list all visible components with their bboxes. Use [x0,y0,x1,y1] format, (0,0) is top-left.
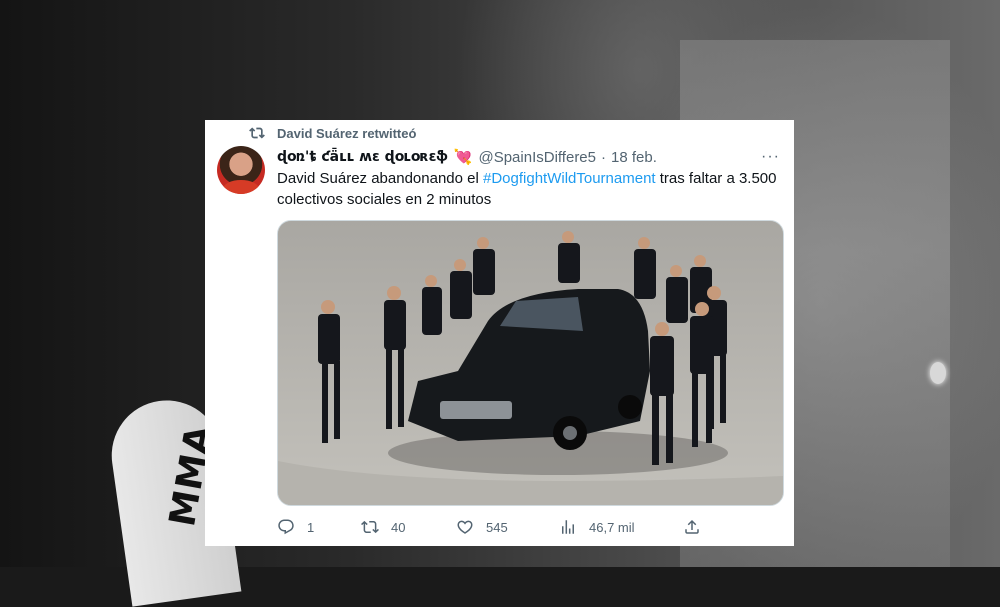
tweet-actions: 1 40 545 46,7 mil [277,516,707,538]
share-icon [685,519,699,534]
views-count: 46,7 mil [589,519,635,535]
author-handle[interactable]: @SpainIsDiffere5 [478,149,596,166]
tweet-text-start: David Suárez abandonando el [277,170,483,187]
retweet-context[interactable]: David Suárez retwitteó [249,125,416,141]
retweet-button[interactable]: 40 [361,518,405,536]
tweet-header: ɖօռ'ȶ ƈǟʟʟ ʍɛ ɖօʟօʀɛֆ 💘 @SpainIsDiffere5… [277,147,782,167]
heart-emoji-icon: 💘 [453,149,473,166]
tweet-date[interactable]: 18 feb. [611,149,657,166]
more-icon[interactable]: ··· [761,148,780,166]
tweet-media-image[interactable] [277,220,784,506]
tweet-text: David Suárez abandonando el #DogfightWil… [277,168,777,210]
share-button[interactable] [683,518,713,536]
reply-button[interactable]: 1 [277,518,314,536]
like-button[interactable]: 545 [456,518,508,536]
like-count: 545 [486,519,508,535]
motorcade-photo [278,221,783,505]
retweet-icon [361,520,379,534]
background-door-knob [930,362,946,384]
retweet-count: 40 [391,519,406,535]
retweet-label: David Suárez retwitteó [277,125,417,141]
views-button[interactable]: 46,7 mil [559,518,635,536]
views-icon [562,520,574,534]
author-display-name[interactable]: ɖօռ'ȶ ƈǟʟʟ ʍɛ ɖօʟօʀɛֆ [277,149,448,165]
reply-icon [278,519,294,535]
separator-dot: · [601,148,606,166]
retweet-icon [249,127,265,139]
hashtag-link[interactable]: #DogfightWildTournament [483,170,656,187]
like-icon [457,520,473,534]
avatar[interactable] [217,146,265,194]
tweet-card[interactable]: David Suárez retwitteó ɖօռ'ȶ ƈǟʟʟ ʍɛ ɖօʟ… [205,120,794,546]
reply-count: 1 [307,519,315,535]
